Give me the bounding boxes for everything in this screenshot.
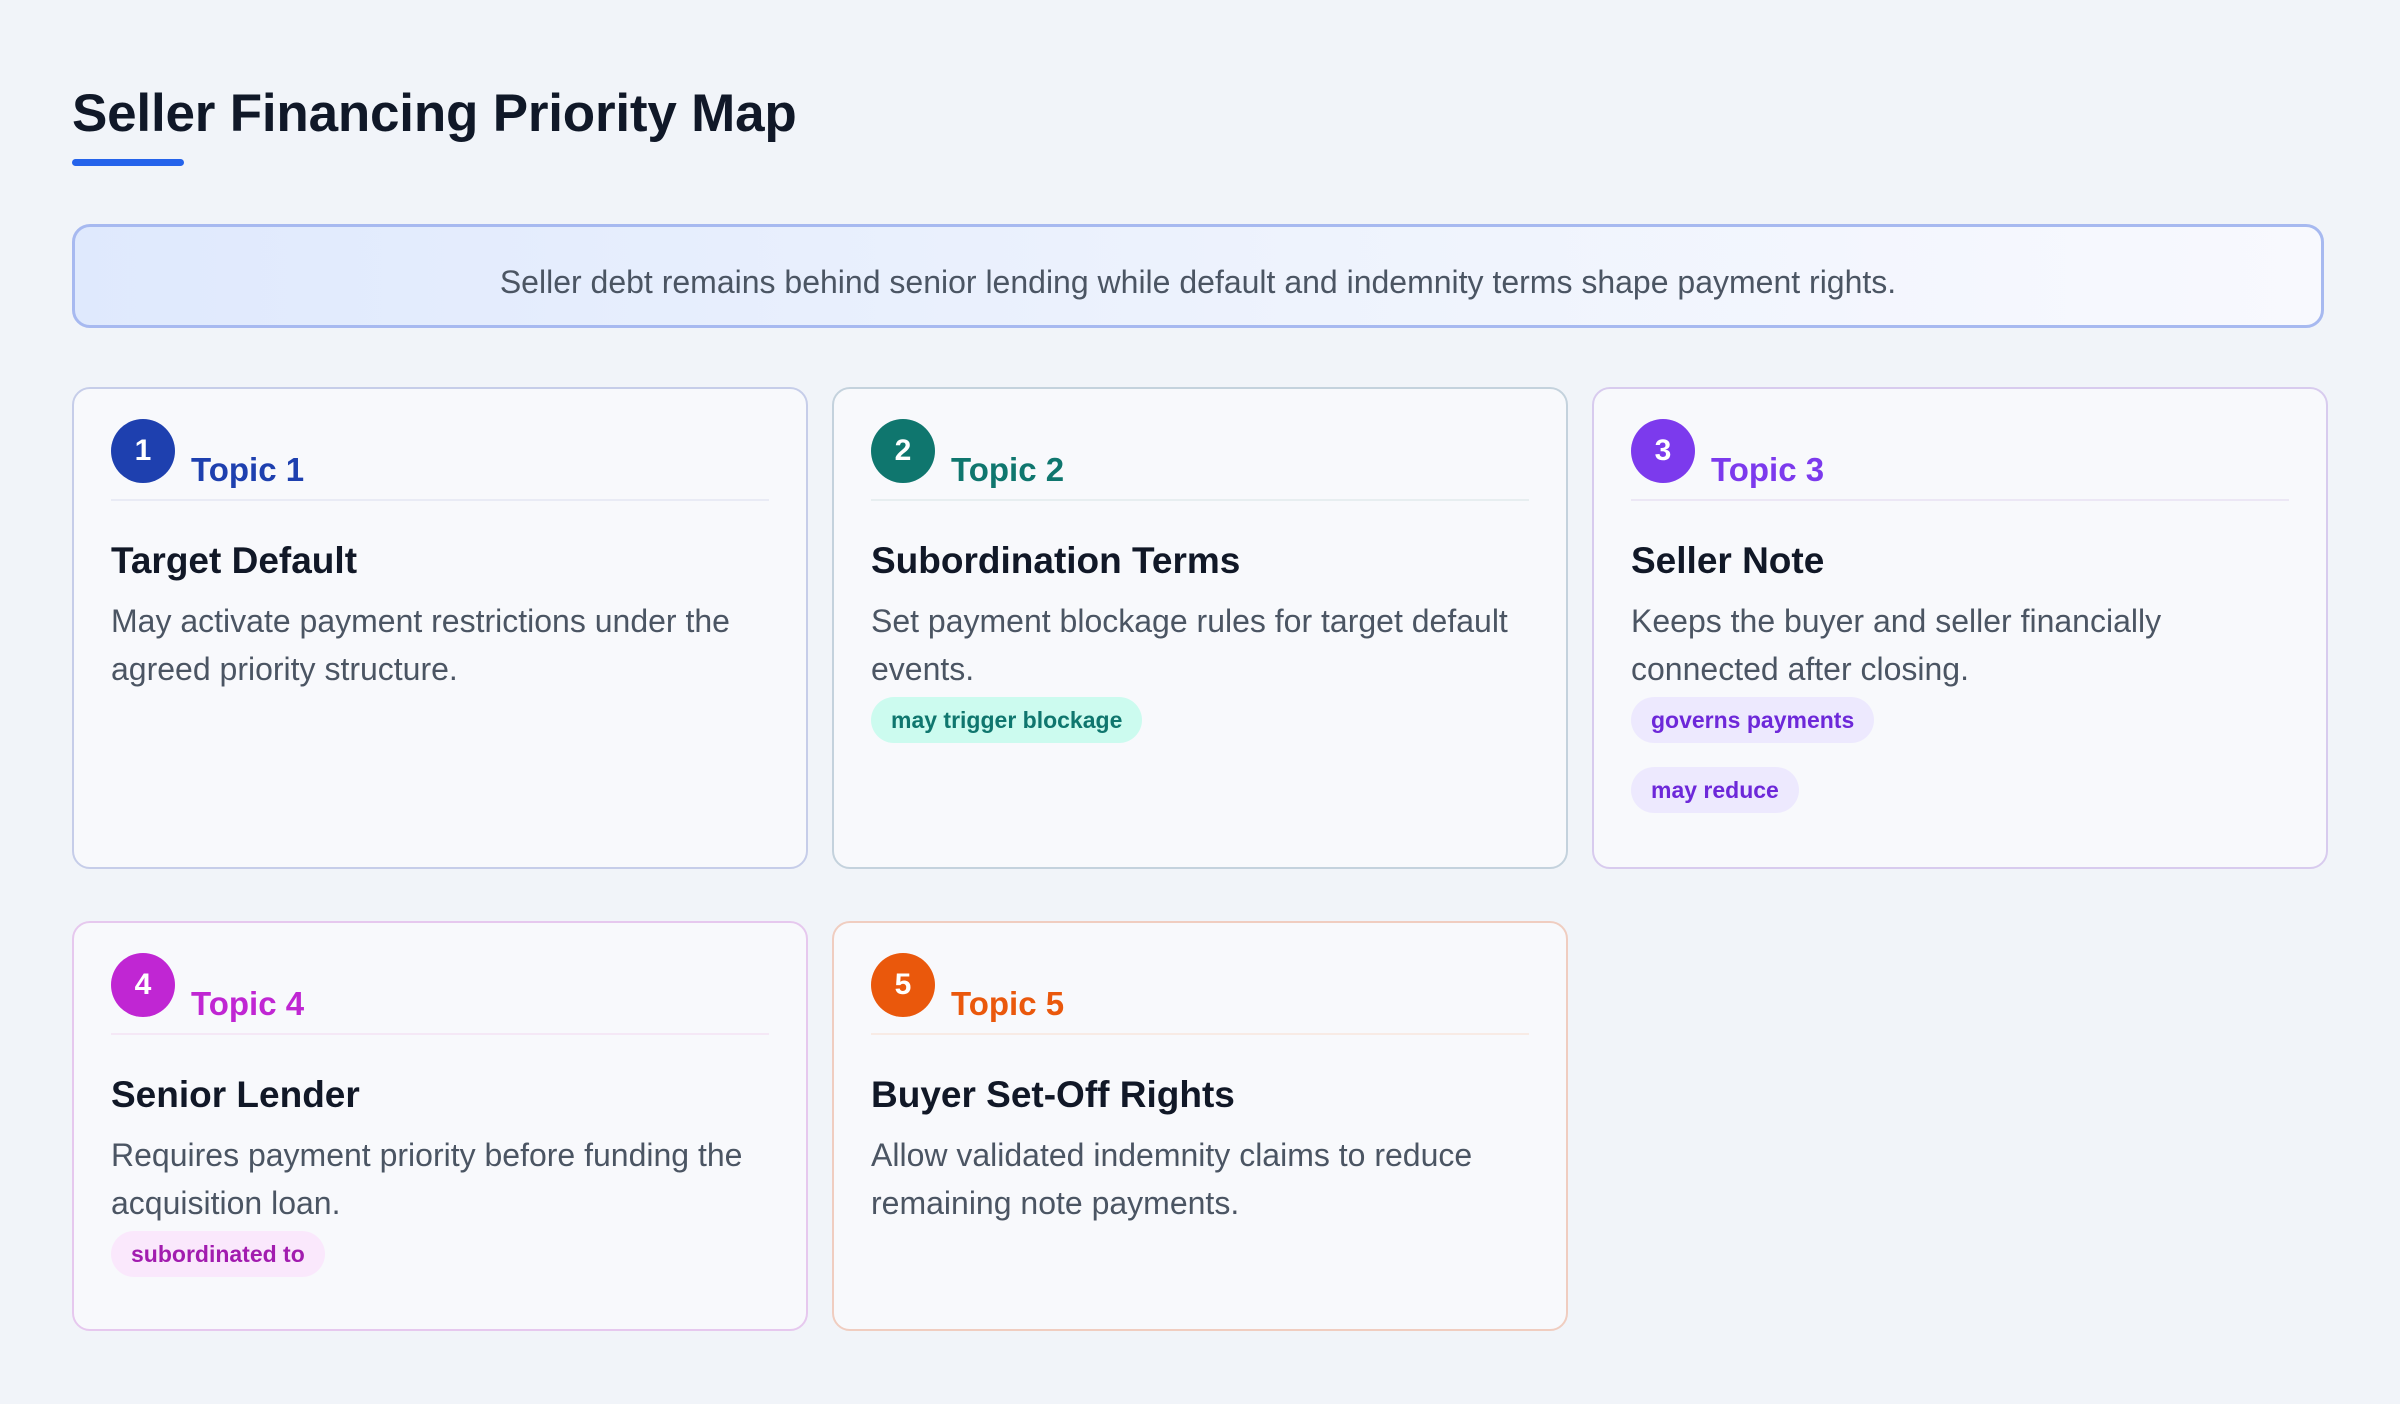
- relation-tags: governs payments may reduce: [1631, 697, 2289, 813]
- topic-number-badge: 3: [1631, 419, 1695, 483]
- card-title: Subordination Terms: [871, 540, 1241, 581]
- topic-number-badge: 1: [111, 419, 175, 483]
- page-title: Seller Financing Priority Map: [72, 84, 797, 143]
- card-description: Keeps the buyer and seller financially c…: [1631, 603, 2162, 687]
- topic-card-seller-note: 3 Topic 3 Seller Note Keeps the buyer an…: [1592, 387, 2328, 869]
- topic-label: Topic 5: [951, 985, 1065, 1022]
- card-header: 2 Topic 2: [871, 389, 1529, 501]
- topic-card-senior-lender: 4 Topic 4 Senior Lender Requires payment…: [72, 921, 808, 1331]
- topic-label: Topic 1: [191, 451, 305, 488]
- card-title: Senior Lender: [111, 1074, 360, 1115]
- card-header: 1 Topic 1: [111, 389, 769, 501]
- topic-label: Topic 2: [951, 451, 1065, 488]
- topic-label: Topic 3: [1711, 451, 1825, 488]
- card-description: Requires payment priority before funding…: [111, 1137, 743, 1221]
- card-description: May activate payment restrictions under …: [111, 603, 730, 687]
- topic-card-buyer-set-off-rights: 5 Topic 5 Buyer Set-Off Rights Allow val…: [832, 921, 1568, 1331]
- card-title: Buyer Set-Off Rights: [871, 1074, 1235, 1115]
- summary-banner: Seller debt remains behind senior lendin…: [72, 224, 2324, 328]
- card-header: 4 Topic 4: [111, 923, 769, 1035]
- card-title: Target Default: [111, 540, 358, 581]
- summary-text: Seller debt remains behind senior lendin…: [499, 263, 1897, 300]
- relation-tag: subordinated to: [111, 1231, 325, 1277]
- card-description: Set payment blockage rules for target de…: [871, 603, 1508, 687]
- topic-number-badge: 5: [871, 953, 935, 1017]
- topic-number-badge: 4: [111, 953, 175, 1017]
- card-header: 5 Topic 5: [871, 923, 1529, 1035]
- relation-tag: governs payments: [1631, 697, 1875, 743]
- topic-label: Topic 4: [191, 985, 305, 1022]
- card-description: Allow validated indemnity claims to redu…: [871, 1137, 1473, 1221]
- card-title: Seller Note: [1631, 540, 1825, 581]
- relation-tag: may trigger blockage: [871, 697, 1143, 743]
- topic-number-badge: 2: [871, 419, 935, 483]
- relation-tag: may reduce: [1631, 767, 1799, 813]
- topic-card-target-default: 1 Topic 1 Target Default May activate pa…: [72, 387, 808, 869]
- relation-tags: may trigger blockage: [871, 697, 1529, 743]
- card-header: 3 Topic 3: [1631, 389, 2289, 501]
- title-underline: [72, 159, 184, 166]
- topic-card-subordination-terms: 2 Topic 2 Subordination Terms Set paymen…: [832, 387, 1568, 869]
- relation-tags: subordinated to: [111, 1231, 769, 1277]
